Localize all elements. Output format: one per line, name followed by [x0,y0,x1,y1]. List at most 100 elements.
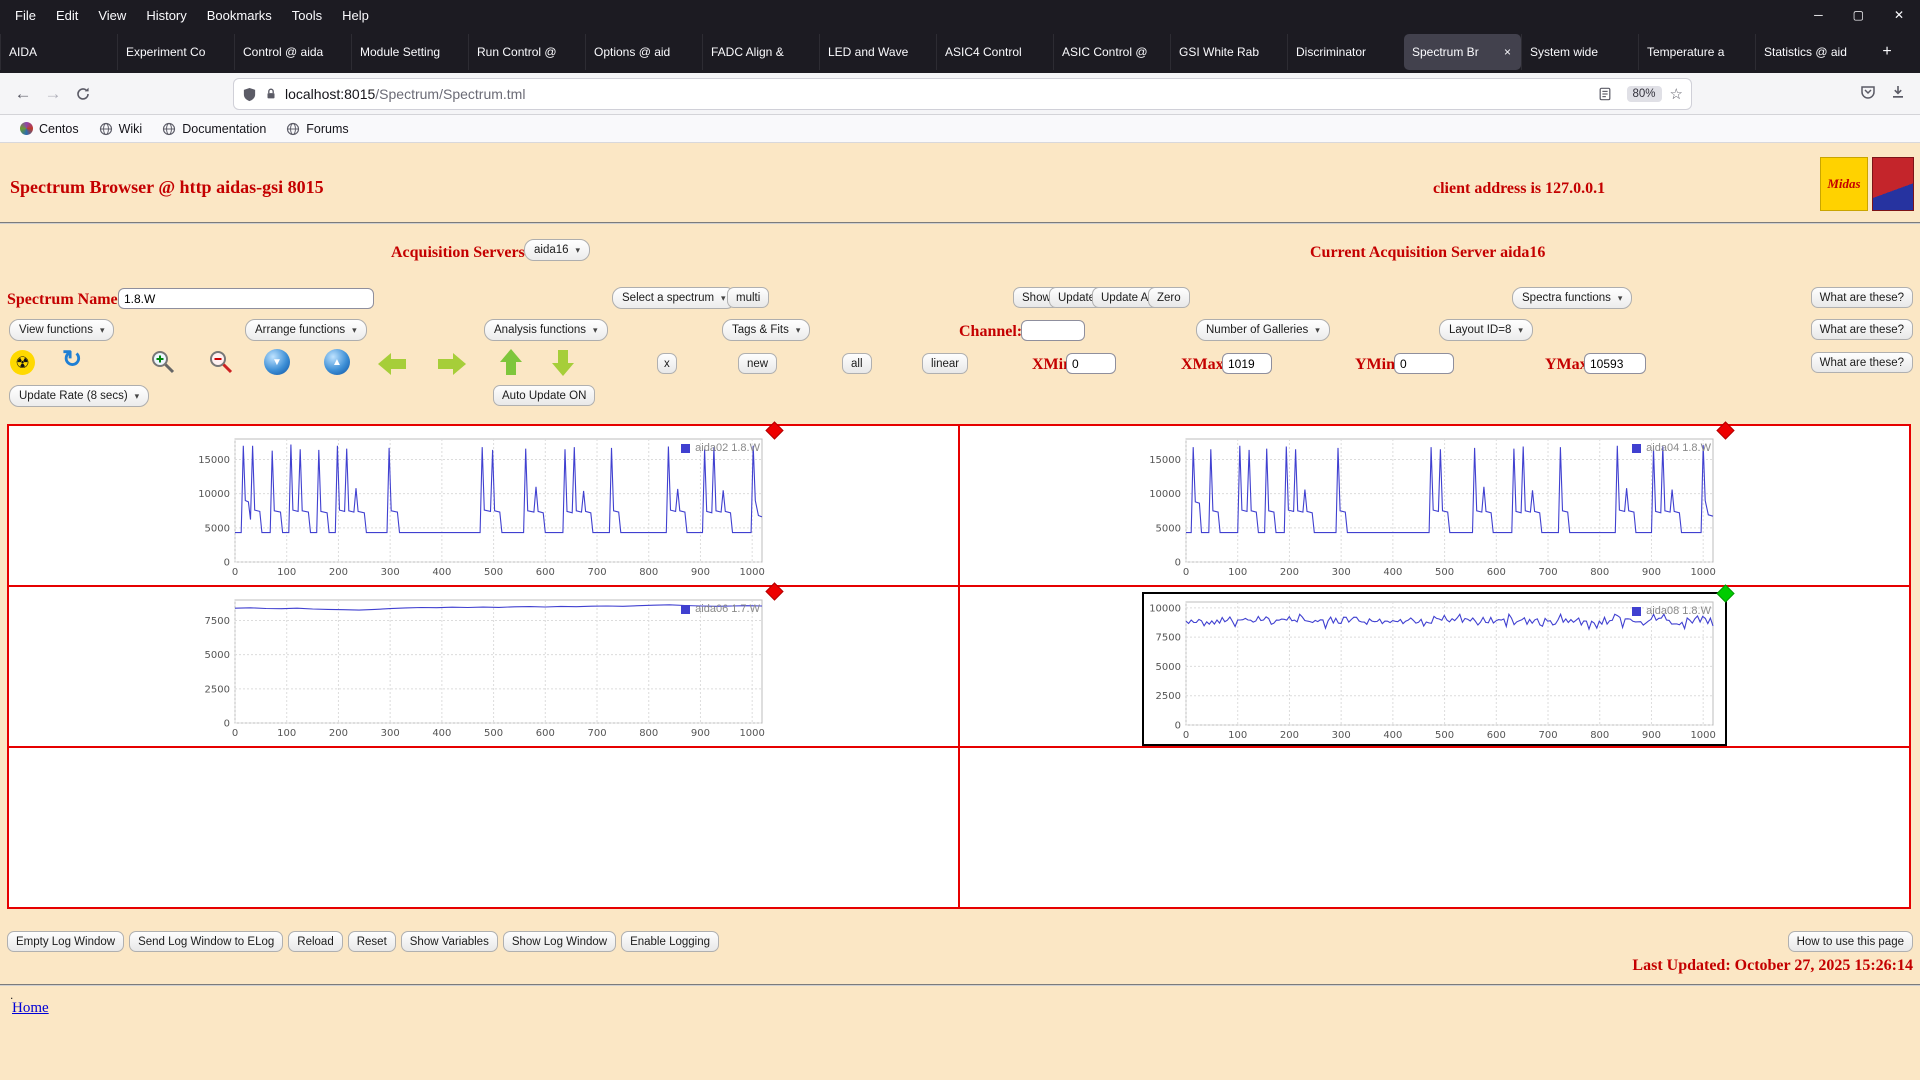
menubar-item-help[interactable]: Help [333,4,378,27]
bookmark-item-centos[interactable]: Centos [12,119,87,139]
linear-button[interactable]: linear [922,353,968,374]
footer-button-send-log-window-to-elog[interactable]: Send Log Window to ELog [129,931,283,952]
spectrum-chart[interactable]: 0100200300400500600700800900100005000100… [1144,431,1725,581]
tab-asic-control-[interactable]: ASIC Control @ [1053,34,1170,70]
shield-icon[interactable] [242,87,257,102]
zoom-level-badge[interactable]: 80% [1627,86,1662,102]
number-of-galleries-dropdown[interactable]: Number of Galleries▾ [1196,319,1330,341]
update-rate-dropdown[interactable]: Update Rate (8 secs)▾ [9,385,149,407]
tab-led-and-wave[interactable]: LED and Wave [819,34,936,70]
what-are-these-button-1[interactable]: What are these? [1811,287,1913,308]
layout-id-dropdown[interactable]: Layout ID=8▾ [1439,319,1533,341]
sphere-arrow-down-icon[interactable]: ▼ [264,349,290,375]
footer-button-show-variables[interactable]: Show Variables [401,931,498,952]
spectrum-name-input[interactable] [118,288,374,309]
tab-aida[interactable]: AIDA [0,34,117,70]
xmax-input[interactable] [1222,353,1272,374]
zoom-in-icon[interactable] [150,349,176,380]
tab-asic4-control[interactable]: ASIC4 Control [936,34,1053,70]
svg-text:5000: 5000 [1156,523,1181,534]
what-are-these-button-3[interactable]: What are these? [1811,352,1913,373]
select-spectrum-dropdown[interactable]: Select a spectrum▾ [612,287,736,309]
menubar-item-file[interactable]: File [6,4,45,27]
tab-temperature-a[interactable]: Temperature a [1638,34,1755,70]
ymin-input[interactable] [1394,353,1454,374]
xmin-input[interactable] [1066,353,1116,374]
maximize-icon[interactable]: ▢ [1853,8,1864,22]
how-to-use-button[interactable]: How to use this page [1788,931,1913,952]
back-button[interactable]: ← [8,79,38,109]
spectrum-chart[interactable]: 0100200300400500600700800900100002500500… [193,592,774,742]
menubar-item-tools[interactable]: Tools [283,4,331,27]
ymax-input[interactable] [1584,353,1646,374]
arrange-functions-dropdown[interactable]: Arrange functions▾ [245,319,367,341]
spectra-functions-dropdown[interactable]: Spectra functions▾ [1512,287,1632,309]
close-icon[interactable]: ✕ [1894,8,1904,22]
x-button[interactable]: x [657,353,677,374]
channel-input[interactable] [1021,320,1085,341]
bookmark-label: Documentation [182,122,266,136]
lock-icon[interactable] [264,87,278,101]
footer-button-show-log-window[interactable]: Show Log Window [503,931,616,952]
new-tab-button[interactable]: + [1872,34,1902,70]
all-button[interactable]: all [842,353,872,374]
url-bar[interactable]: localhost:8015/Spectrum/Spectrum.tml 80%… [233,78,1692,110]
menubar-item-edit[interactable]: Edit [47,4,87,27]
tab-fadc-align-[interactable]: FADC Align & [702,34,819,70]
home-link[interactable]: Home [12,1000,49,1017]
reload-button[interactable] [68,79,98,109]
tags-fits-dropdown[interactable]: Tags & Fits▾ [722,319,810,341]
midas-logo: Midas [1820,157,1868,211]
tab-label: FADC Align & [711,45,811,59]
bookmark-star-icon[interactable]: ☆ [1670,85,1683,103]
tab-module-setting[interactable]: Module Setting [351,34,468,70]
svg-text:700: 700 [587,728,606,739]
gallery-cell-empty [959,747,1910,908]
bookmark-item-forums[interactable]: Forums [278,119,356,139]
radiation-icon[interactable]: ☢ [10,350,35,375]
refresh-icon[interactable]: ↻ [62,345,82,374]
green-arrow-left-icon[interactable] [378,353,408,375]
tab-spectrum-br[interactable]: Spectrum Br× [1404,34,1521,70]
new-button[interactable]: new [738,353,777,374]
menubar-item-view[interactable]: View [89,4,135,27]
tab-statistics-aid[interactable]: Statistics @ aid [1755,34,1872,70]
green-arrow-down-icon[interactable] [552,349,574,376]
analysis-functions-dropdown[interactable]: Analysis functions▾ [484,319,608,341]
forward-button[interactable]: → [38,79,68,109]
bookmark-item-wiki[interactable]: Wiki [91,119,151,139]
reader-mode-icon[interactable] [1598,87,1612,101]
zoom-out-icon[interactable] [208,349,234,380]
pocket-icon[interactable] [1860,84,1876,105]
sphere-arrow-up-icon[interactable]: ▲ [324,349,350,375]
tab-discriminator[interactable]: Discriminator [1287,34,1404,70]
spectrum-chart[interactable]: 0100200300400500600700800900100005000100… [193,431,774,581]
footer-button-reload[interactable]: Reload [288,931,342,952]
svg-text:600: 600 [1487,730,1506,741]
green-arrow-right-icon[interactable] [436,353,466,375]
footer-button-empty-log-window[interactable]: Empty Log Window [7,931,124,952]
acquisition-server-select[interactable]: aida16▾ [524,239,590,261]
menubar-item-bookmarks[interactable]: Bookmarks [198,4,281,27]
tab-gsi-white-rab[interactable]: GSI White Rab [1170,34,1287,70]
multi-button[interactable]: multi [727,287,769,308]
auto-update-button[interactable]: Auto Update ON [493,385,595,406]
tab-close-icon[interactable]: × [1502,45,1513,59]
green-arrow-up-icon[interactable] [500,349,522,376]
minimize-icon[interactable]: ─ [1814,8,1823,22]
tab-control-aida[interactable]: Control @ aida [234,34,351,70]
spectrum-chart[interactable]: 0100200300400500600700800900100002500500… [1142,592,1727,746]
footer-button-enable-logging[interactable]: Enable Logging [621,931,719,952]
tab-system-wide[interactable]: System wide [1521,34,1638,70]
footer-button-reset[interactable]: Reset [348,931,396,952]
zero-button[interactable]: Zero [1148,287,1190,308]
what-are-these-button-2[interactable]: What are these? [1811,319,1913,340]
tab-experiment-co[interactable]: Experiment Co [117,34,234,70]
bookmark-item-documentation[interactable]: Documentation [154,119,274,139]
svg-text:200: 200 [1280,730,1299,741]
tab-run-control-[interactable]: Run Control @ [468,34,585,70]
view-functions-dropdown[interactable]: View functions▾ [9,319,114,341]
tab-options-aid[interactable]: Options @ aid [585,34,702,70]
downloads-icon[interactable] [1890,84,1906,105]
menubar-item-history[interactable]: History [137,4,195,27]
